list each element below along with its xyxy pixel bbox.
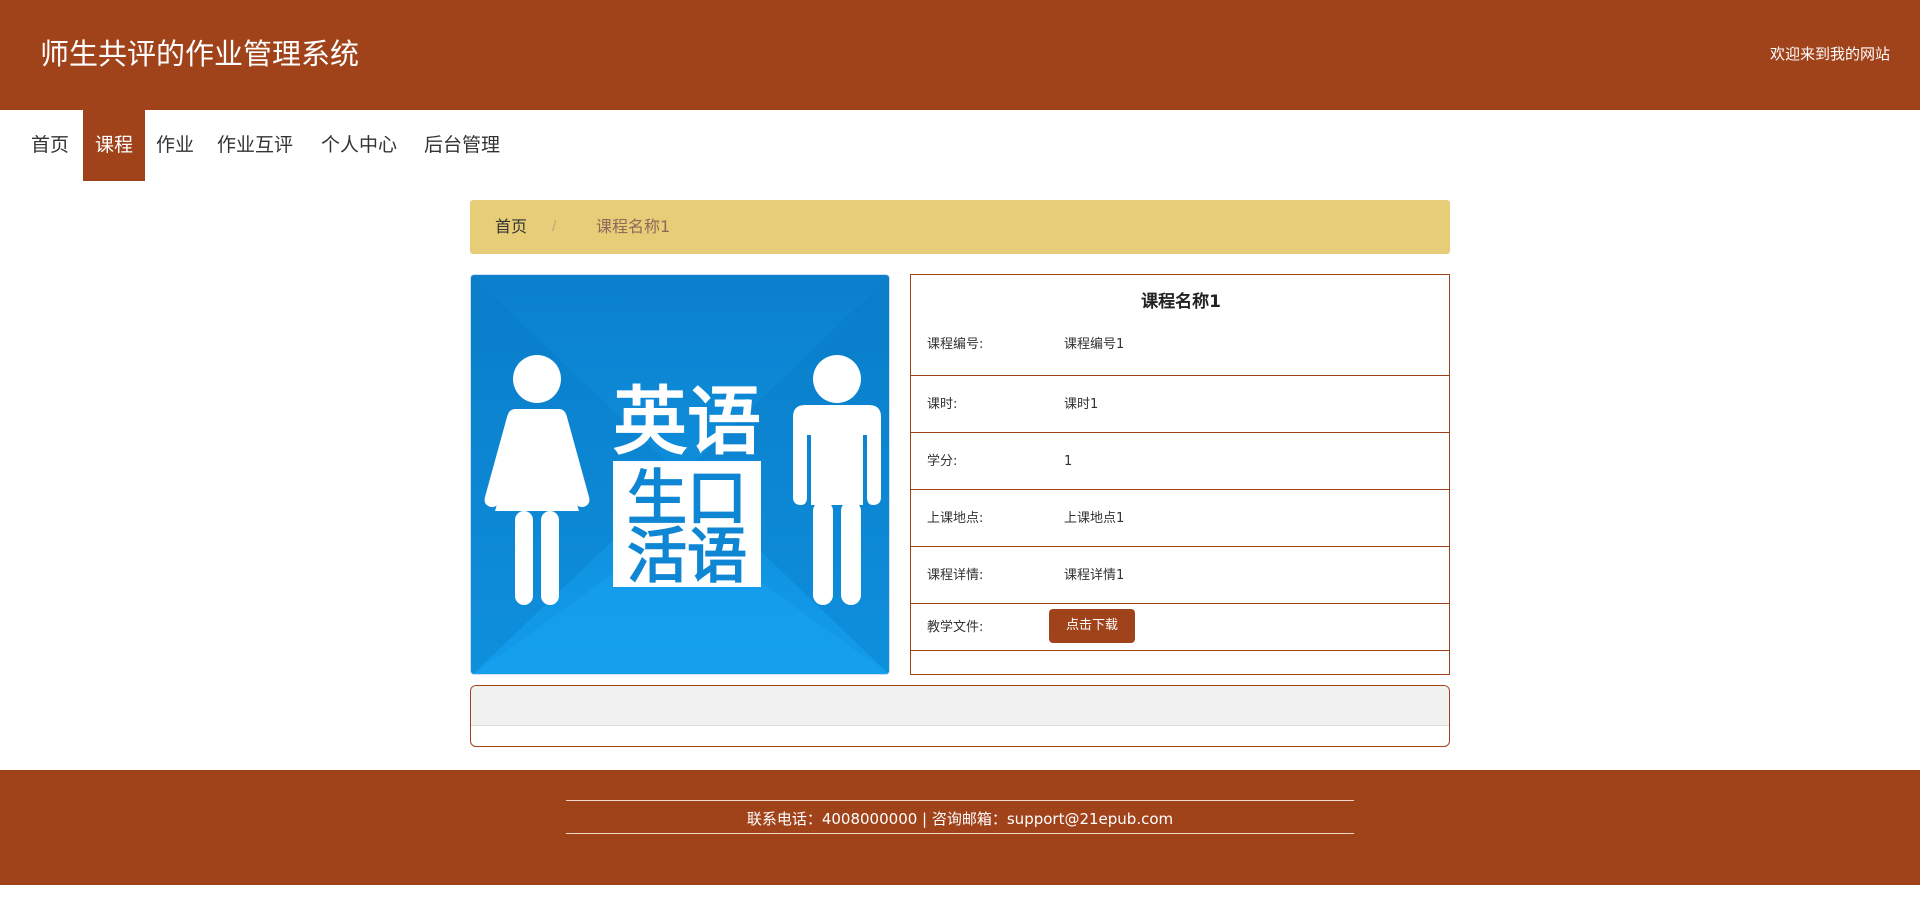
detail-row-location: 上课地点: 上课地点1 (911, 490, 1449, 547)
nav-item-profile[interactable]: 个人中心 (310, 110, 408, 181)
comment-panel-header (471, 686, 1449, 726)
detail-label: 教学文件: (927, 620, 984, 635)
detail-row-file: 教学文件: 点击下载 (911, 604, 1449, 651)
detail-label: 课程详情: (927, 568, 984, 583)
detail-row-hours: 课时: 课时1 (911, 376, 1449, 433)
breadcrumb-home-link[interactable]: 首页 (495, 200, 527, 254)
course-title: 课程名称1 (1141, 292, 1221, 312)
detail-value: 1 (1064, 454, 1073, 469)
detail-label: 课时: (927, 397, 958, 412)
site-title: 师生共评的作业管理系统 (40, 37, 360, 71)
footer-divider-bottom (566, 833, 1354, 834)
detail-label: 课程编号: (927, 337, 984, 352)
footer-divider-top (566, 800, 1354, 801)
detail-row-code: 课程编号: 课程编号1 (911, 315, 1449, 376)
breadcrumb-current: 课程名称1 (596, 217, 671, 236)
detail-label: 学分: (927, 454, 958, 469)
detail-value: 课程详情1 (1064, 568, 1125, 583)
cover-title-text: 英语 (613, 379, 761, 465)
breadcrumb: 首页 / 课程名称1 (470, 200, 1450, 254)
course-cover-image: 英语 生口 活语 (470, 274, 890, 675)
breadcrumb-separator: / (552, 219, 557, 234)
detail-label: 上课地点: (927, 511, 984, 526)
detail-row-description: 课程详情: 课程详情1 (911, 547, 1449, 604)
main-nav: 首页 课程 作业 作业互评 个人中心 后台管理 (0, 110, 1920, 181)
course-detail-card: 课程名称1 课程编号: 课程编号1 课时: 课时1 学分: 1 上课地点: 上课… (910, 274, 1450, 675)
site-header: 师生共评的作业管理系统 欢迎来到我的网站 (0, 0, 1920, 110)
nav-item-home[interactable]: 首页 (20, 110, 80, 181)
nav-item-courses[interactable]: 课程 (83, 110, 145, 181)
site-footer: 联系电话：4008000000 | 咨询邮箱：support@21epub.co… (0, 770, 1920, 885)
nav-item-admin[interactable]: 后台管理 (413, 110, 511, 181)
detail-row-credits: 学分: 1 (911, 433, 1449, 490)
detail-value: 课时1 (1064, 397, 1099, 412)
detail-value: 课程编号1 (1064, 337, 1125, 352)
download-button[interactable]: 点击下载 (1049, 609, 1135, 643)
course-cover-graphic: 英语 生口 活语 (471, 275, 889, 674)
cover-subtitle-line2: 活语 (627, 522, 747, 592)
comment-panel (470, 685, 1450, 747)
nav-item-homework[interactable]: 作业 (148, 110, 202, 181)
detail-value: 上课地点1 (1064, 511, 1125, 526)
footer-contact: 联系电话：4008000000 | 咨询邮箱：support@21epub.co… (746, 810, 1174, 828)
welcome-text: 欢迎来到我的网站 (1769, 45, 1890, 63)
nav-item-peer-review[interactable]: 作业互评 (206, 110, 304, 181)
